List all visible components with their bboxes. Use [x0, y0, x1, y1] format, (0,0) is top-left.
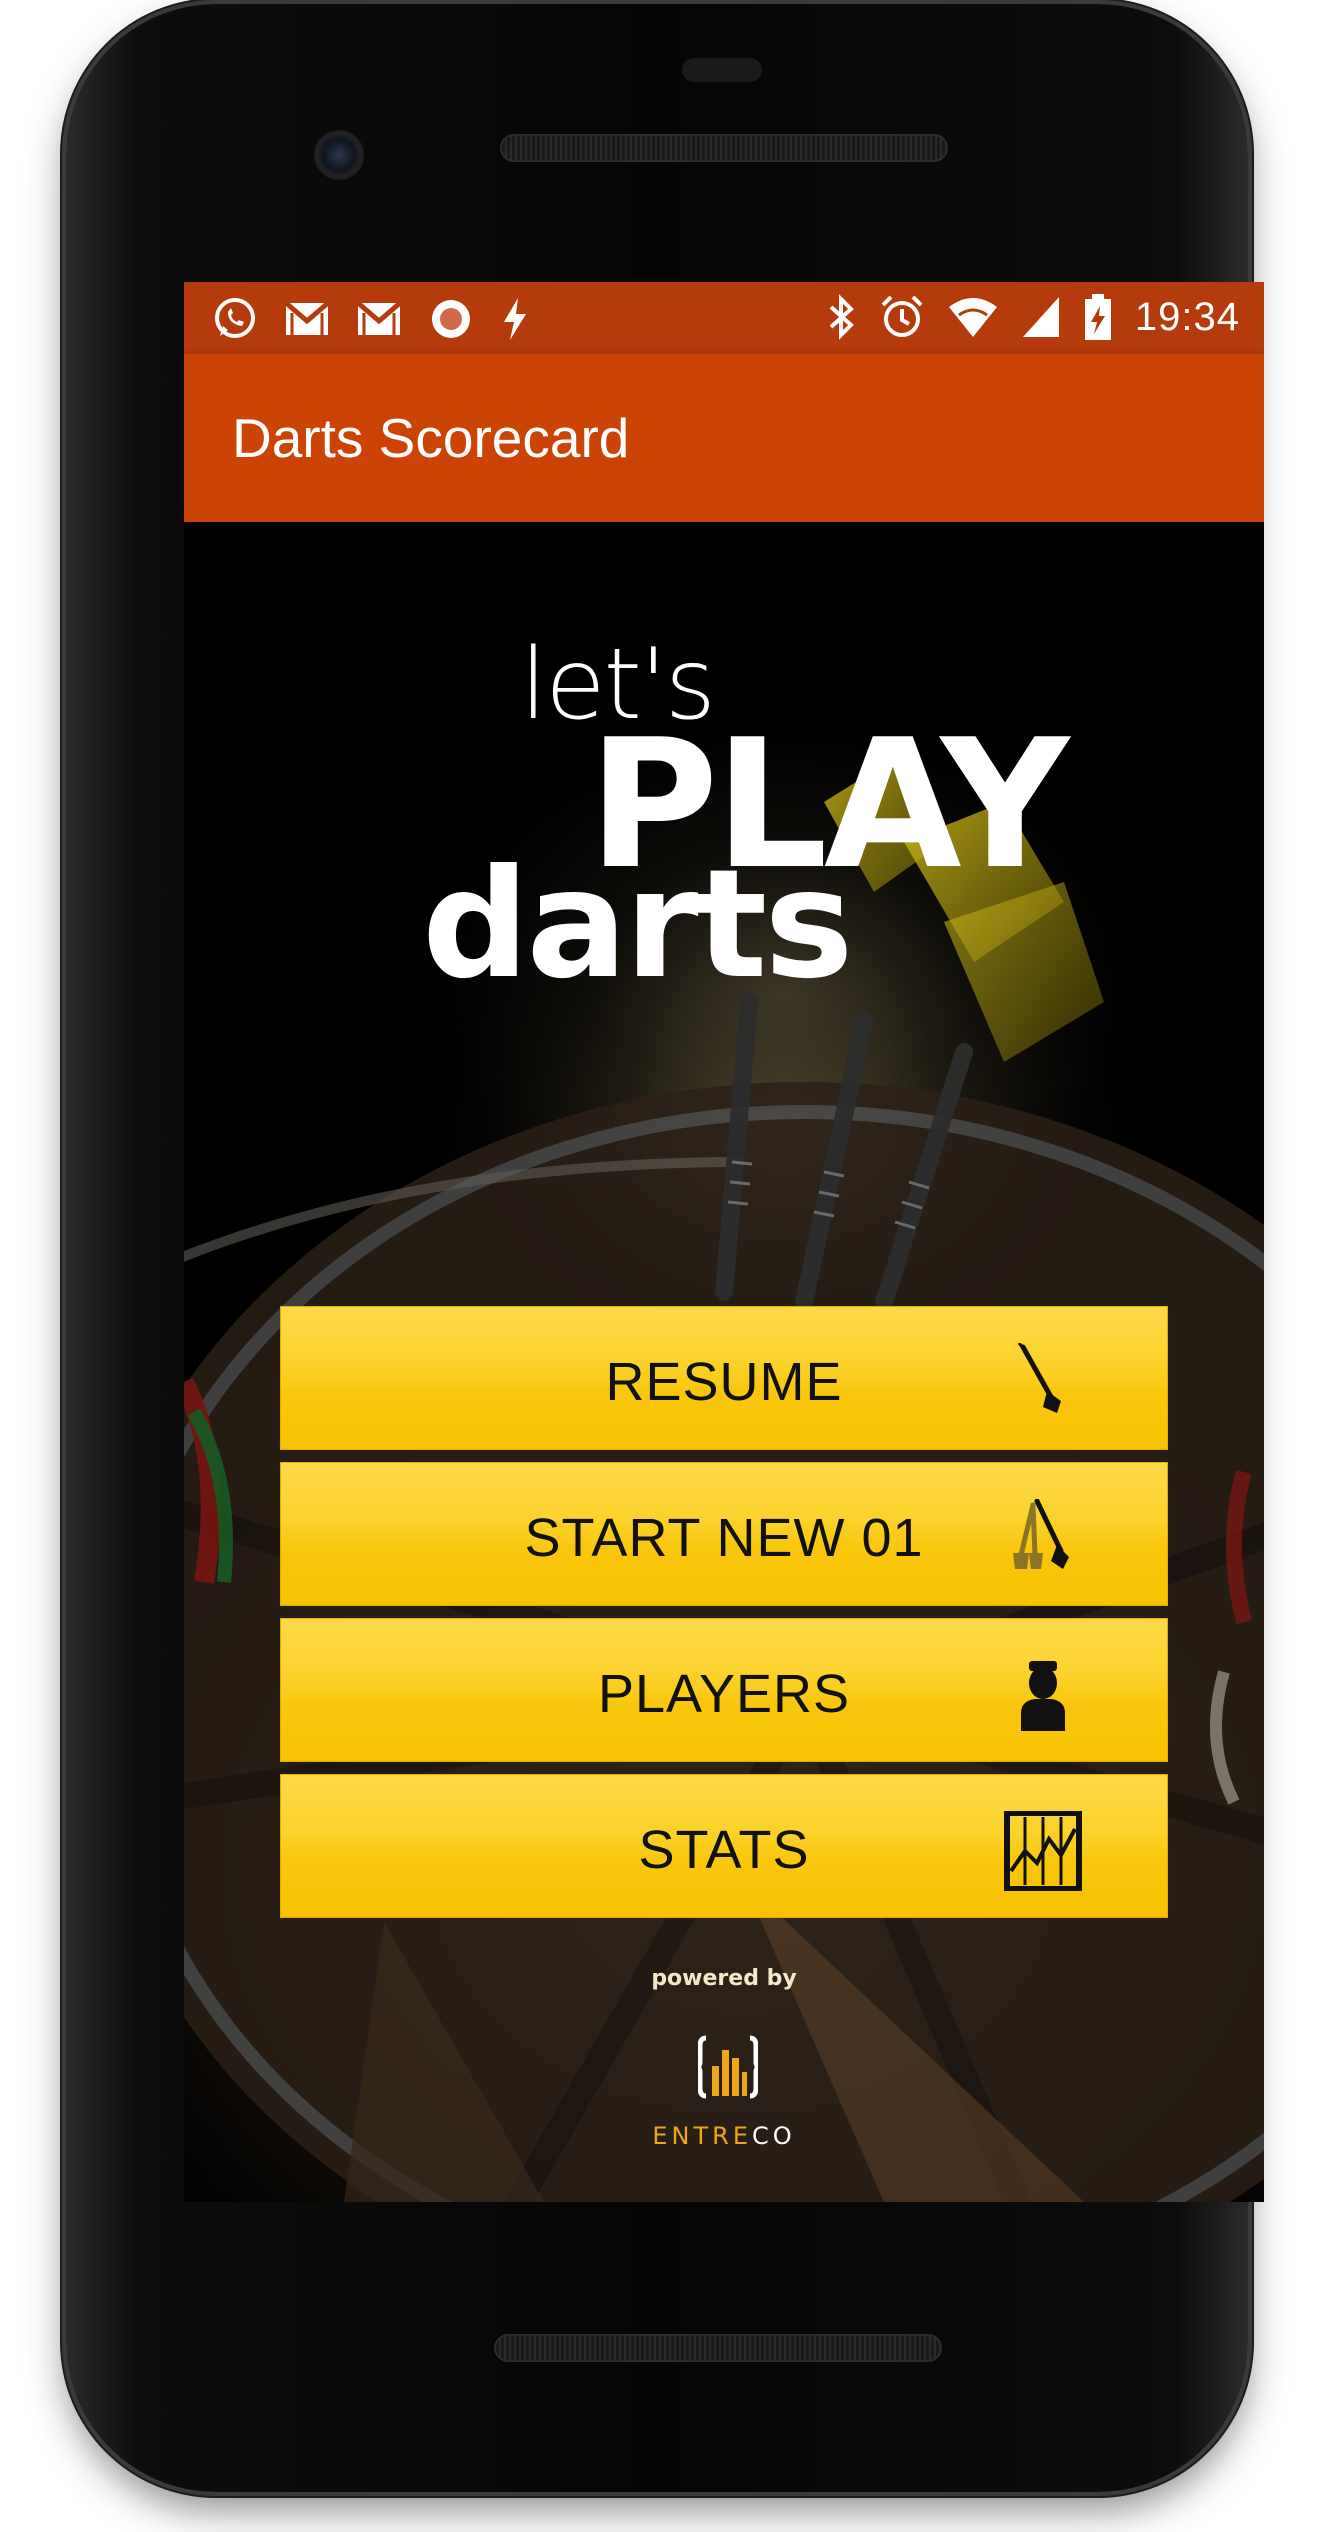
app-title: Darts Scorecard: [232, 407, 630, 469]
phone-frame: 19:34 Darts Scorecard let's PLAY darts R…: [66, 4, 1264, 2492]
dart-icon: [1017, 1343, 1061, 1413]
entreco-wordmark-part2: CO: [751, 2122, 796, 2150]
record-icon: [432, 300, 470, 338]
main-menu: RESUME START NEW 01 PLAYERS STATS: [280, 1306, 1168, 1930]
gmail-icon: [284, 301, 330, 335]
system-icons: 19:34: [827, 292, 1240, 342]
signal-icon: [1022, 297, 1059, 337]
bottom-speaker-grille: [494, 2334, 942, 2362]
entreco-wordmark: ENTRECO: [184, 2122, 1264, 2150]
wifi-icon: [948, 298, 997, 337]
gmail-icon: [356, 301, 402, 335]
flash-icon: [504, 298, 526, 340]
players-button[interactable]: PLAYERS: [280, 1618, 1168, 1762]
clock: 19:34: [1134, 294, 1240, 339]
whatsapp-icon: [215, 298, 255, 338]
powered-by-text: powered by: [651, 1966, 797, 1991]
stats-chart-icon: [1004, 1811, 1082, 1891]
darts-pair-icon: [1013, 1499, 1069, 1569]
notification-icons: [212, 296, 530, 342]
entreco-wordmark-part1: ENTRE: [652, 2122, 752, 2150]
start-new-01-button[interactable]: START NEW 01: [280, 1462, 1168, 1606]
sensor-slot: [682, 58, 762, 82]
app-bar: Darts Scorecard: [184, 354, 1264, 522]
front-camera: [314, 130, 364, 180]
screen: 19:34 Darts Scorecard let's PLAY darts R…: [184, 282, 1264, 2202]
headline-darts: darts: [422, 838, 854, 1012]
status-bar: 19:34: [184, 282, 1264, 354]
resume-button[interactable]: RESUME: [280, 1306, 1168, 1450]
alarm-icon: [881, 295, 923, 337]
player-icon: [1021, 1661, 1065, 1731]
top-speaker-grille: [500, 134, 948, 162]
entreco-logo-icon: [698, 2035, 758, 2099]
stats-button[interactable]: STATS: [280, 1774, 1168, 1918]
battery-charging-icon: [1084, 294, 1111, 340]
bluetooth-icon: [829, 294, 854, 340]
